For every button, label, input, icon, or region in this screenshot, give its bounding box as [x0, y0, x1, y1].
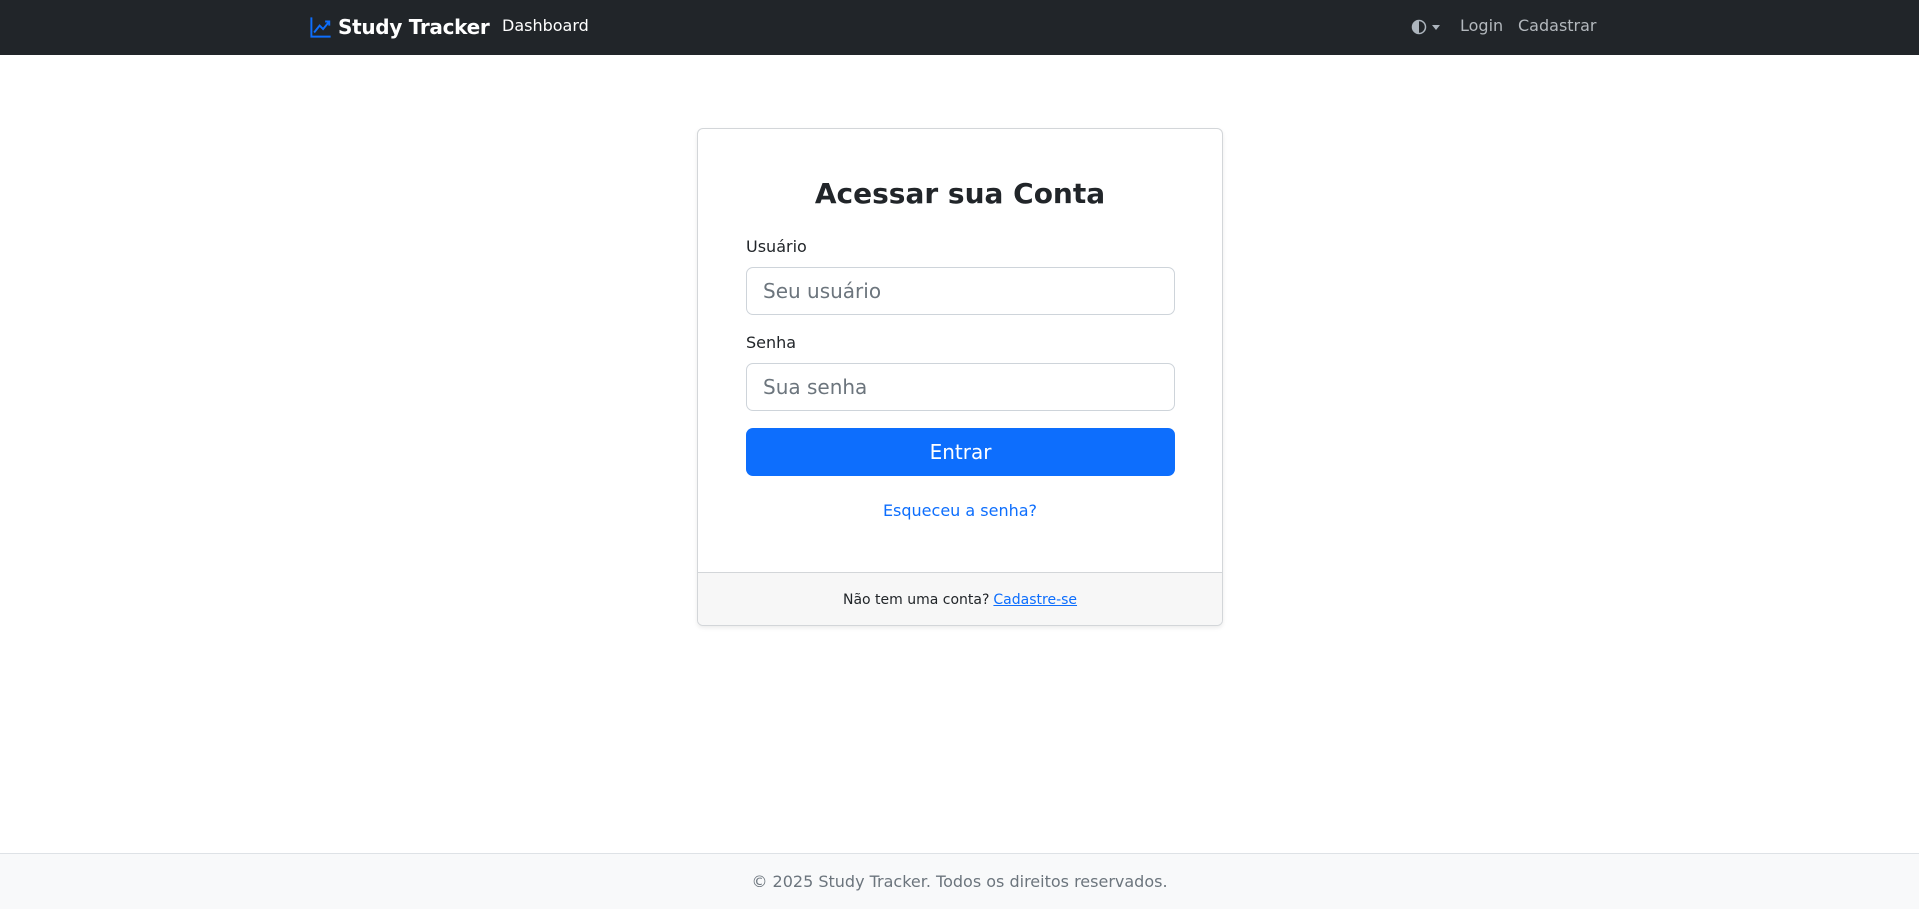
- password-input[interactable]: [746, 363, 1175, 411]
- top-navbar: Study Tracker Dashboard Login Cadastrar: [0, 0, 1919, 55]
- chevron-down-icon: [1432, 24, 1440, 30]
- brand-name: Study Tracker: [338, 15, 490, 39]
- no-account-text: Não tem uma conta?: [842, 592, 990, 608]
- password-label: Senha: [746, 333, 797, 352]
- login-card: Acessar sua Conta Usuário Senha Entrar E…: [697, 128, 1223, 626]
- nav-register-link[interactable]: Cadastrar: [1518, 16, 1597, 35]
- signup-link[interactable]: Cadastre-se: [993, 592, 1077, 608]
- card-footer: Não tem uma conta? Cadastre-se: [698, 572, 1222, 625]
- page-footer: © 2025 Study Tracker. Todos os direitos …: [0, 853, 1919, 909]
- theme-toggle-dropdown[interactable]: [1411, 17, 1440, 37]
- copyright-text: © 2025 Study Tracker. Todos os direitos …: [751, 872, 1168, 891]
- nav-dashboard-link[interactable]: Dashboard: [502, 16, 589, 35]
- username-label: Usuário: [746, 237, 807, 256]
- contrast-half-circle-icon: [1411, 19, 1427, 35]
- nav-login-link[interactable]: Login: [1460, 16, 1503, 35]
- forgot-password-link[interactable]: Esqueceu a senha?: [698, 501, 1222, 520]
- brand-link[interactable]: Study Tracker: [310, 13, 490, 41]
- login-title: Acessar sua Conta: [814, 177, 1106, 210]
- username-input[interactable]: [746, 267, 1175, 315]
- login-submit-button[interactable]: Entrar: [746, 428, 1175, 476]
- chart-line-icon: [310, 17, 331, 38]
